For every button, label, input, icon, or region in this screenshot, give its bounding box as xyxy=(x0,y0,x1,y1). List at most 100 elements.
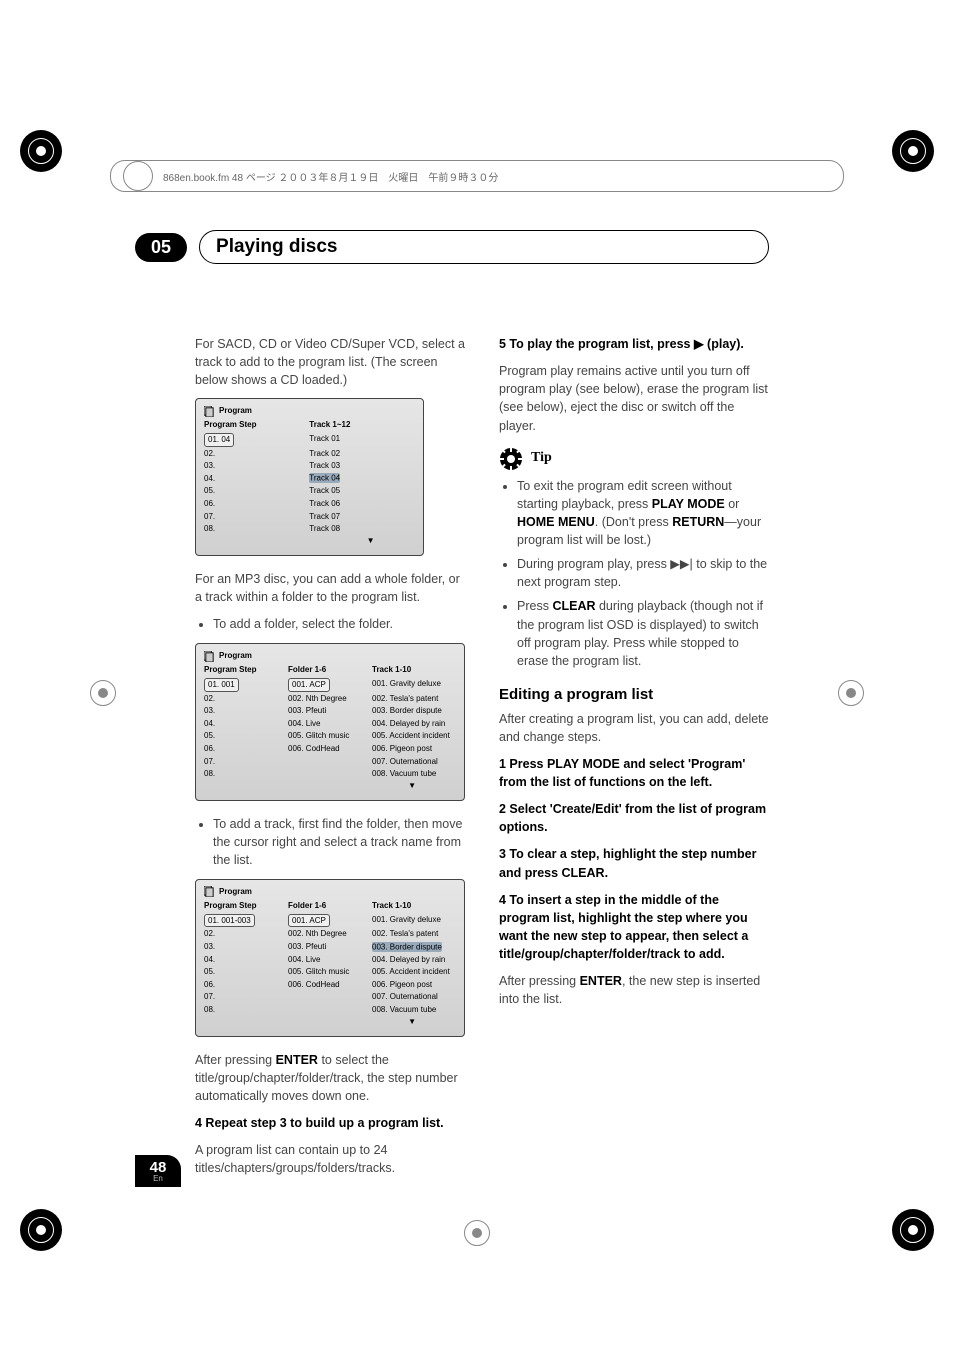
cell: Track 08 xyxy=(309,523,414,536)
box-title: Program xyxy=(219,405,252,417)
cell: 06. xyxy=(204,498,309,511)
registration-mark-icon xyxy=(20,130,62,172)
cell: 02. xyxy=(204,447,309,460)
registration-small-icon xyxy=(838,680,864,706)
box-title: Program xyxy=(219,650,252,662)
cell: 04. xyxy=(204,472,309,485)
left-column: For SACD, CD or Video CD/Super VCD, sele… xyxy=(195,335,465,1186)
program-screen-mp3-folder: Program Program Step Folder 1-6 Track 1-… xyxy=(195,643,465,801)
t: . (Don't press xyxy=(595,515,672,529)
cell: 005. Glitch music xyxy=(288,730,372,743)
page-number-value: 48 xyxy=(150,1160,167,1175)
cell xyxy=(288,755,372,768)
col-header: Track 1~12 xyxy=(309,419,414,431)
bullet-add-track: To add a track, first find the folder, t… xyxy=(213,815,465,869)
chapter-number: 05 xyxy=(135,233,187,262)
edit-step-3: 3 To clear a step, highlight the step nu… xyxy=(499,845,769,881)
cell: 008. Vacuum tube xyxy=(372,1004,456,1017)
program-screen-mp3-track: Program Program Step Folder 1-6 Track 1-… xyxy=(195,879,465,1037)
tip-gear-icon xyxy=(499,447,523,471)
registration-mark-icon xyxy=(892,130,934,172)
col-header: Folder 1-6 xyxy=(288,664,372,676)
cell: 02. xyxy=(204,692,288,705)
program-screen-cd: Program Program Step Track 1~12 01. 04 Tr… xyxy=(195,398,424,556)
col-header: Track 1-10 xyxy=(372,664,456,676)
cell: 03. xyxy=(204,941,288,954)
cell: Track 02 xyxy=(309,447,414,460)
cell: 01. 001 xyxy=(204,678,239,692)
col-header: Program Step xyxy=(204,664,288,676)
col-header: Folder 1-6 xyxy=(288,900,372,912)
return-key: RETURN xyxy=(672,515,724,529)
cell-highlight: 003. Border dispute xyxy=(372,942,442,952)
cell: Track 03 xyxy=(309,460,414,473)
intro-text: For SACD, CD or Video CD/Super VCD, sele… xyxy=(195,335,465,389)
cell: 001. Gravity deluxe xyxy=(372,913,456,928)
cell: 005. Glitch music xyxy=(288,966,372,979)
chapter-title: Playing discs xyxy=(199,230,769,264)
cell: 003. Pfeuti xyxy=(288,705,372,718)
page-lang: En xyxy=(153,1175,163,1183)
cell xyxy=(288,991,372,1004)
enter-key: ENTER xyxy=(580,974,622,988)
after-enter-text: After pressing ENTER to select the title… xyxy=(195,1051,465,1105)
cell: 08. xyxy=(204,523,309,536)
program-icon xyxy=(204,651,215,662)
tip-label: Tip xyxy=(531,448,552,468)
cell: 08. xyxy=(204,1004,288,1017)
program-icon xyxy=(204,886,215,897)
cell: 07. xyxy=(204,755,288,768)
step-4-heading: 4 Repeat step 3 to build up a program li… xyxy=(195,1114,465,1132)
cell: 04. xyxy=(204,953,288,966)
cell: 001. ACP xyxy=(288,914,330,928)
box-title: Program xyxy=(219,886,252,898)
cell-highlight: 001. ACP xyxy=(288,678,330,692)
scroll-down-icon: ▼ xyxy=(204,535,415,547)
cell: 002. Tesla's patent xyxy=(372,928,456,941)
cell: 006. CodHead xyxy=(288,978,372,991)
binder-info: 868en.book.fm 48 ページ ２００３年８月１９日 火曜日 午前９時… xyxy=(110,160,844,192)
cell: 03. xyxy=(204,705,288,718)
home-menu-key: HOME MENU xyxy=(517,515,595,529)
edit-step-2: 2 Select 'Create/Edit' from the list of … xyxy=(499,800,769,836)
chapter-header: 05 Playing discs xyxy=(135,230,769,264)
scroll-down-icon: ▼ xyxy=(204,780,456,792)
cell: 01. 04 xyxy=(204,433,234,447)
step-5-body: Program play remains active until you tu… xyxy=(499,362,769,435)
cell: 08. xyxy=(204,768,288,781)
editing-intro: After creating a program list, you can a… xyxy=(499,710,769,746)
cell: 06. xyxy=(204,742,288,755)
registration-small-icon xyxy=(464,1220,490,1246)
cell: 004. Delayed by rain xyxy=(372,953,456,966)
cell: 01. 001-003 xyxy=(204,914,255,928)
cell: 06. xyxy=(204,978,288,991)
cell: 003. Pfeuti xyxy=(288,941,372,954)
page-number: 48 En xyxy=(135,1155,181,1187)
cell: Track 05 xyxy=(309,485,414,498)
right-column: 5 To play the program list, press ▶ (pla… xyxy=(499,335,769,1186)
col-header: Track 1-10 xyxy=(372,900,456,912)
cell: 006. Pigeon post xyxy=(372,978,456,991)
cell: 005. Accident incident xyxy=(372,730,456,743)
step-4-body: A program list can contain up to 24 titl… xyxy=(195,1141,465,1177)
play-mode-key: PLAY MODE xyxy=(652,497,725,511)
cell: 007. Outernational xyxy=(372,755,456,768)
cell: Track 07 xyxy=(309,510,414,523)
edit-step-4: 4 To insert a step in the middle of the … xyxy=(499,891,769,964)
cell: 004. Delayed by rain xyxy=(372,717,456,730)
cell: 002. Nth Degree xyxy=(288,928,372,941)
clear-key: CLEAR xyxy=(552,599,595,613)
col-header: Program Step xyxy=(204,419,309,431)
cell: 008. Vacuum tube xyxy=(372,768,456,781)
tip-item-skip: During program play, press ▶▶| to skip t… xyxy=(517,555,769,591)
cell: 007. Outernational xyxy=(372,991,456,1004)
t: Press xyxy=(517,599,552,613)
registration-small-icon xyxy=(90,680,116,706)
cell: 05. xyxy=(204,485,309,498)
cell-highlight: Track 04 xyxy=(309,473,340,483)
cell: 05. xyxy=(204,966,288,979)
cell: 07. xyxy=(204,510,309,523)
registration-mark-icon xyxy=(20,1209,62,1251)
cell: 005. Accident incident xyxy=(372,966,456,979)
bullet-add-folder: To add a folder, select the folder. xyxy=(213,615,465,633)
